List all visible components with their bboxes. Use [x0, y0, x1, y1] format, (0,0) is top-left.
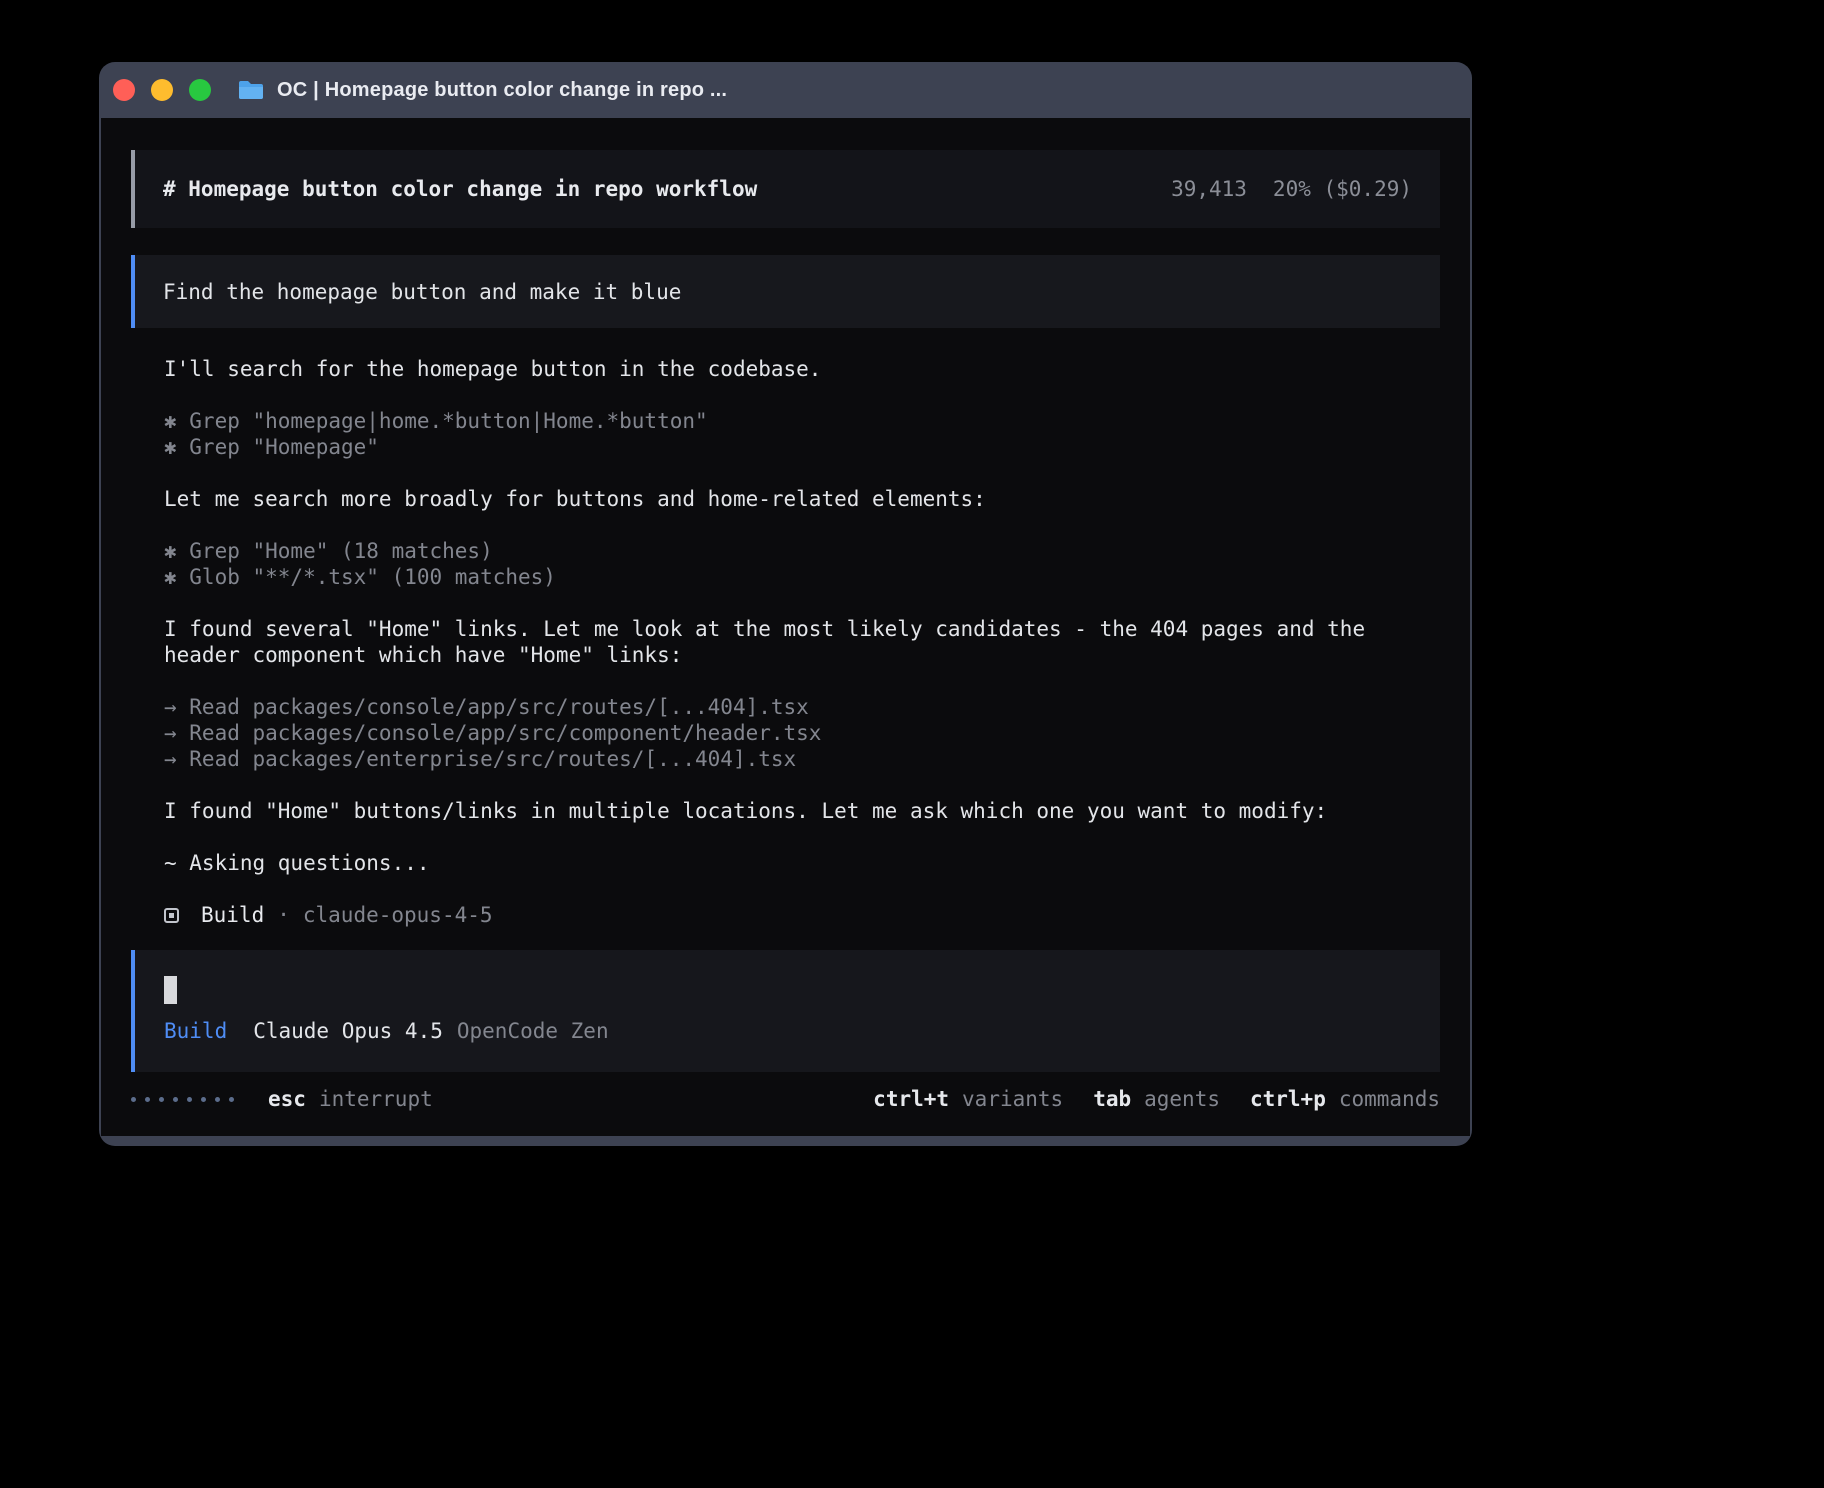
spinner-dot — [201, 1097, 206, 1102]
text-cursor — [164, 976, 177, 1004]
assistant-transcript: I'll search for the homepage button in t… — [164, 356, 1386, 928]
tool-call-group: ✱ Grep "Home" (18 matches) ✱ Glob "**/*.… — [164, 538, 1386, 590]
session-header: # Homepage button color change in repo w… — [131, 150, 1440, 228]
mode-badge: Build — [164, 1018, 227, 1044]
shortcut-key: ctrl+t — [873, 1086, 949, 1112]
model-name: Claude Opus 4.5 — [253, 1018, 443, 1044]
shortcut-agents: tab agents — [1093, 1086, 1220, 1112]
status-bar: esc interrupt ctrl+t variants tab agents… — [131, 1086, 1440, 1112]
user-message: Find the homepage button and make it blu… — [131, 255, 1440, 328]
tool-call-line: ✱ Grep "Homepage" — [164, 434, 1386, 460]
traffic-lights — [113, 79, 211, 101]
folder-icon — [237, 79, 265, 101]
status-left: esc interrupt — [131, 1086, 433, 1112]
assistant-status-line: ~ Asking questions... — [164, 850, 1386, 876]
context-usage: 20% ($0.29) — [1273, 176, 1412, 202]
agent-model: claude-opus-4-5 — [303, 902, 493, 928]
spinner-dot — [229, 1097, 234, 1102]
status-right: ctrl+t variants tab agents ctrl+p comman… — [843, 1086, 1440, 1112]
session-stats: 39,413 20% ($0.29) — [1171, 176, 1412, 202]
window-title: OC | Homepage button color change in rep… — [277, 79, 727, 102]
tool-call-group: ✱ Grep "homepage|home.*button|Home.*butt… — [164, 408, 1386, 460]
spinner-dot — [187, 1097, 192, 1102]
tool-call-line: ✱ Grep "homepage|home.*button|Home.*butt… — [164, 408, 1386, 434]
spinner-dot — [145, 1097, 150, 1102]
shortcut-key: tab — [1093, 1086, 1131, 1112]
window-titlebar: OC | Homepage button color change in rep… — [99, 62, 1472, 118]
esc-key-hint: esc — [268, 1086, 306, 1112]
terminal-window: OC | Homepage button color change in rep… — [99, 62, 1472, 1146]
agent-separator: · — [277, 902, 290, 928]
tool-call-group: → Read packages/console/app/src/routes/[… — [164, 694, 1386, 772]
terminal-content: # Homepage button color change in repo w… — [101, 118, 1470, 1136]
assistant-paragraph: Let me search more broadly for buttons a… — [164, 486, 1386, 512]
shortcut-label: agents — [1144, 1086, 1220, 1112]
spinner-dot — [131, 1097, 136, 1102]
tool-call-line: → Read packages/console/app/src/componen… — [164, 720, 1386, 746]
close-button[interactable] — [113, 79, 135, 101]
user-message-text: Find the homepage button and make it blu… — [163, 279, 681, 305]
tool-call-line: ✱ Grep "Home" (18 matches) — [164, 538, 1386, 564]
provider-name: OpenCode Zen — [457, 1018, 609, 1044]
prompt-input[interactable]: Build Claude Opus 4.5 OpenCode Zen — [131, 950, 1440, 1072]
assistant-paragraph: I'll search for the homepage button in t… — [164, 356, 1386, 382]
tool-call-line: → Read packages/enterprise/src/routes/[.… — [164, 746, 1386, 772]
tool-call-line: → Read packages/console/app/src/routes/[… — [164, 694, 1386, 720]
shortcut-label: variants — [962, 1086, 1063, 1112]
spinner-dot — [173, 1097, 178, 1102]
tool-call-line: ✱ Glob "**/*.tsx" (100 matches) — [164, 564, 1386, 590]
session-title: # Homepage button color change in repo w… — [163, 176, 757, 202]
token-count: 39,413 — [1171, 176, 1247, 202]
agent-name: Build — [201, 902, 264, 928]
shortcut-commands: ctrl+p commands — [1250, 1086, 1440, 1112]
spinner-dot — [215, 1097, 220, 1102]
input-meta-row: Build Claude Opus 4.5 OpenCode Zen — [164, 1018, 1412, 1044]
shortcut-key: ctrl+p — [1250, 1086, 1326, 1112]
agent-icon — [164, 908, 179, 923]
minimize-button[interactable] — [151, 79, 173, 101]
interrupt-label: interrupt — [319, 1086, 433, 1112]
zoom-button[interactable] — [189, 79, 211, 101]
progress-spinner — [131, 1097, 234, 1102]
assistant-paragraph: I found several "Home" links. Let me loo… — [164, 616, 1386, 668]
assistant-paragraph: I found "Home" buttons/links in multiple… — [164, 798, 1386, 824]
spinner-dot — [159, 1097, 164, 1102]
agent-status-row: Build · claude-opus-4-5 — [164, 902, 1386, 928]
shortcut-variants: ctrl+t variants — [873, 1086, 1063, 1112]
shortcut-label: commands — [1339, 1086, 1440, 1112]
